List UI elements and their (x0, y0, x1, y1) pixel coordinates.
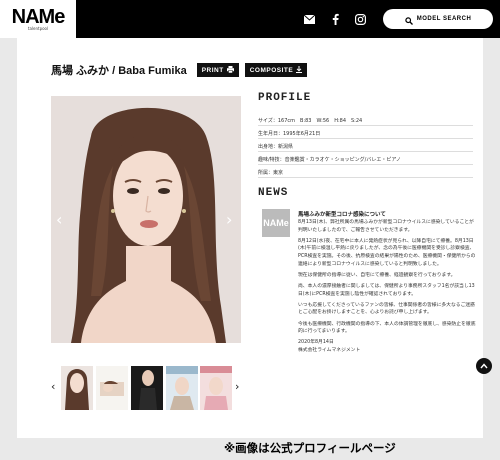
site-header: NAMe talentpool MODEL SEARCH (0, 0, 500, 38)
name-row: 馬場 ふみか / Baba Fumika PRINT COMPOSITE (51, 62, 308, 78)
news-paragraph: いつも応援してくださっているファンの皆様、仕事関係者の皆様に多大なるご迷惑とご心… (298, 302, 475, 316)
profile-agency: 所属：東京 (258, 170, 284, 176)
thumbnail-next-arrow[interactable]: › (235, 380, 239, 393)
thumbnail[interactable] (96, 366, 128, 410)
download-icon (296, 65, 303, 75)
person-name: 馬場 ふみか / Baba Fumika (51, 65, 187, 77)
profile-heading: PROFILE (258, 92, 312, 104)
image-caption: ※画像は公式プロフィールページ (224, 441, 396, 455)
news-paragraph: 尚、本人の濃厚接触者に関しましては、保健所より事務所スタッフ1名が該当し13日(… (298, 283, 475, 297)
thumbnail-prev-arrow[interactable]: ‹ (51, 380, 55, 393)
news-logo: NAMe (262, 209, 290, 237)
news-paragraph: 現在は保健所の指導に従い、自宅にて療養、経過観察を行っております。 (298, 272, 456, 278)
news-date: 2020年8月14日 (298, 340, 334, 346)
printer-icon (226, 65, 234, 75)
scroll-top-button[interactable] (476, 358, 492, 374)
instagram-icon[interactable] (353, 12, 367, 26)
news-paragraph: 今後も医療機関、行政機関の指導の下、本人の体調管理を徹底し、感染防止を徹底的に行… (298, 321, 476, 335)
photo-next-arrow[interactable]: › (226, 210, 232, 229)
model-search-label: MODEL SEARCH (416, 16, 472, 22)
model-search-button[interactable]: MODEL SEARCH (383, 9, 493, 29)
photo-prev-arrow[interactable]: ‹ (56, 210, 62, 229)
facebook-icon[interactable] (328, 12, 342, 26)
print-button[interactable]: PRINT (196, 63, 239, 77)
profile-birthday: 生年月日：1995年6月21日 (258, 131, 321, 137)
thumbnail[interactable] (200, 366, 232, 410)
news-paragraph: 8月13日(木)、弊社所属の馬場ふみかが新型コロナウイルスに感染していることが判… (298, 220, 474, 233)
mail-icon[interactable] (302, 12, 316, 26)
search-icon (405, 10, 413, 29)
news-paragraph: 8月12日(水)夜、在宅中に本人に発熱症状が見られ、以降自宅にて療養。8月13日… (298, 238, 476, 267)
logo-subtext: talentpool (27, 25, 49, 31)
composite-label: COMPOSITE (249, 66, 294, 74)
news-headline[interactable]: 馬場ふみか新型コロナ感染について (298, 210, 386, 218)
logo-text: NAMe (11, 5, 66, 28)
main-profile-photo (51, 96, 241, 343)
chevron-up-icon (480, 363, 488, 369)
divider (258, 164, 473, 165)
news-signature: 株式会社ライムマネジメント (298, 347, 361, 353)
print-label: PRINT (201, 66, 224, 74)
news-body: 8月13日(木)、弊社所属の馬場ふみかが新型コロナウイルスに感染していることが判… (298, 219, 478, 358)
divider (258, 151, 473, 152)
divider (258, 138, 473, 139)
profile-hobbies: 趣味/特技：音楽鑑賞・カラオケ・ショッピング/バレエ・ピアノ (258, 157, 401, 163)
divider (258, 125, 473, 126)
thumbnail[interactable] (166, 366, 198, 410)
photo-thumbnails: ‹ › (51, 366, 241, 412)
divider (258, 177, 473, 178)
profile-size: サイズ：167cm B:83 W:56 H:84 S:24 (258, 118, 363, 124)
news-heading: NEWS (258, 187, 289, 199)
profile-birthplace: 出身地：新潟県 (258, 144, 294, 150)
site-logo[interactable]: NAMe talentpool (0, 0, 76, 38)
thumbnail[interactable] (131, 366, 163, 410)
thumbnail[interactable] (61, 366, 93, 410)
composite-button[interactable]: COMPOSITE (244, 63, 308, 77)
